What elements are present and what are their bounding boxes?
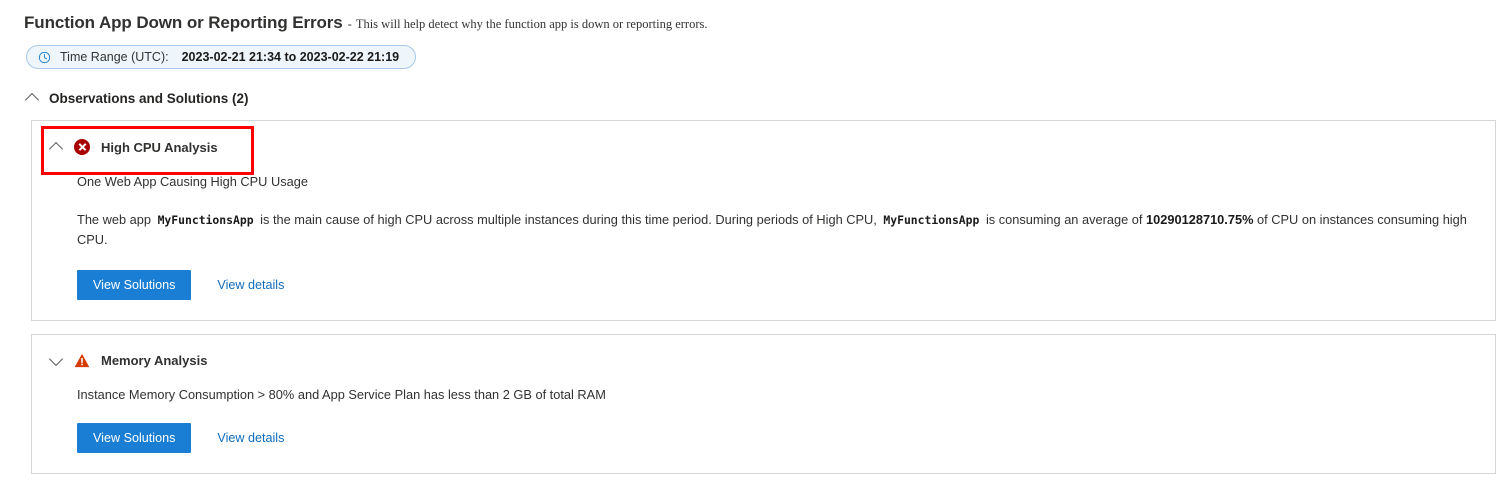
paragraph-part-3: is consuming an average of xyxy=(985,212,1143,228)
view-solutions-button[interactable]: View Solutions xyxy=(77,269,192,300)
card-header-memory[interactable]: Memory Analysis xyxy=(32,335,207,368)
view-solutions-button[interactable]: View Solutions xyxy=(77,423,192,454)
time-range-label: Time Range (UTC): xyxy=(60,50,169,64)
clock-icon xyxy=(38,51,51,64)
chevron-up-icon xyxy=(26,92,39,105)
observations-list: High CPU Analysis One Web App Causing Hi… xyxy=(0,106,1508,475)
chevron-down-icon[interactable] xyxy=(50,354,63,367)
card-actions-memory: View Solutions View details xyxy=(77,423,1475,454)
card-header-high-cpu[interactable]: High CPU Analysis xyxy=(32,121,218,155)
card-body-memory: Instance Memory Consumption > 80% and Ap… xyxy=(32,386,1495,473)
page-subtitle: This will help detect why the function a… xyxy=(355,17,708,31)
page-title: Function App Down or Reporting Errors xyxy=(24,13,343,32)
observations-section-title: Observations and Solutions (2) xyxy=(49,91,249,106)
observation-card-high-cpu: High CPU Analysis One Web App Causing Hi… xyxy=(31,120,1496,321)
error-circle-x-icon xyxy=(74,139,90,155)
app-name-token-1: MyFunctionsApp xyxy=(157,213,254,228)
observation-card-memory: Memory Analysis Instance Memory Consumpt… xyxy=(31,333,1496,475)
paragraph-part-1: The web app xyxy=(77,212,151,228)
warning-triangle-icon xyxy=(74,353,90,368)
time-range-container: Time Range (UTC): 2023-02-21 21:34 to 20… xyxy=(0,33,1508,69)
view-details-link[interactable]: View details xyxy=(217,278,284,292)
card-body-high-cpu: One Web App Causing High CPU Usage The w… xyxy=(32,173,1495,320)
time-range-pill[interactable]: Time Range (UTC): 2023-02-21 21:34 to 20… xyxy=(26,45,417,69)
view-details-link[interactable]: View details xyxy=(217,431,284,445)
cpu-average-value: 10290128710.75% xyxy=(1146,212,1254,228)
chevron-up-icon[interactable] xyxy=(50,141,63,154)
observations-section-header[interactable]: Observations and Solutions (2) xyxy=(0,69,1508,106)
card-subhead: Instance Memory Consumption > 80% and Ap… xyxy=(77,386,606,402)
card-title: Memory Analysis xyxy=(101,352,208,368)
app-name-token-2: MyFunctionsApp xyxy=(883,213,980,228)
card-actions-high-cpu: View Solutions View details xyxy=(77,269,1475,300)
paragraph-part-2: is the main cause of high CPU across mul… xyxy=(260,212,877,228)
time-range-value: 2023-02-21 21:34 to 2023-02-22 21:19 xyxy=(181,50,400,64)
title-separator: - xyxy=(347,17,352,31)
page-header: Function App Down or Reporting Errors - … xyxy=(0,0,1508,33)
card-subhead: One Web App Causing High CPU Usage xyxy=(77,174,308,189)
card-paragraph: The web app MyFunctionsApp is the main c… xyxy=(77,210,1475,250)
card-title: High CPU Analysis xyxy=(101,139,218,155)
